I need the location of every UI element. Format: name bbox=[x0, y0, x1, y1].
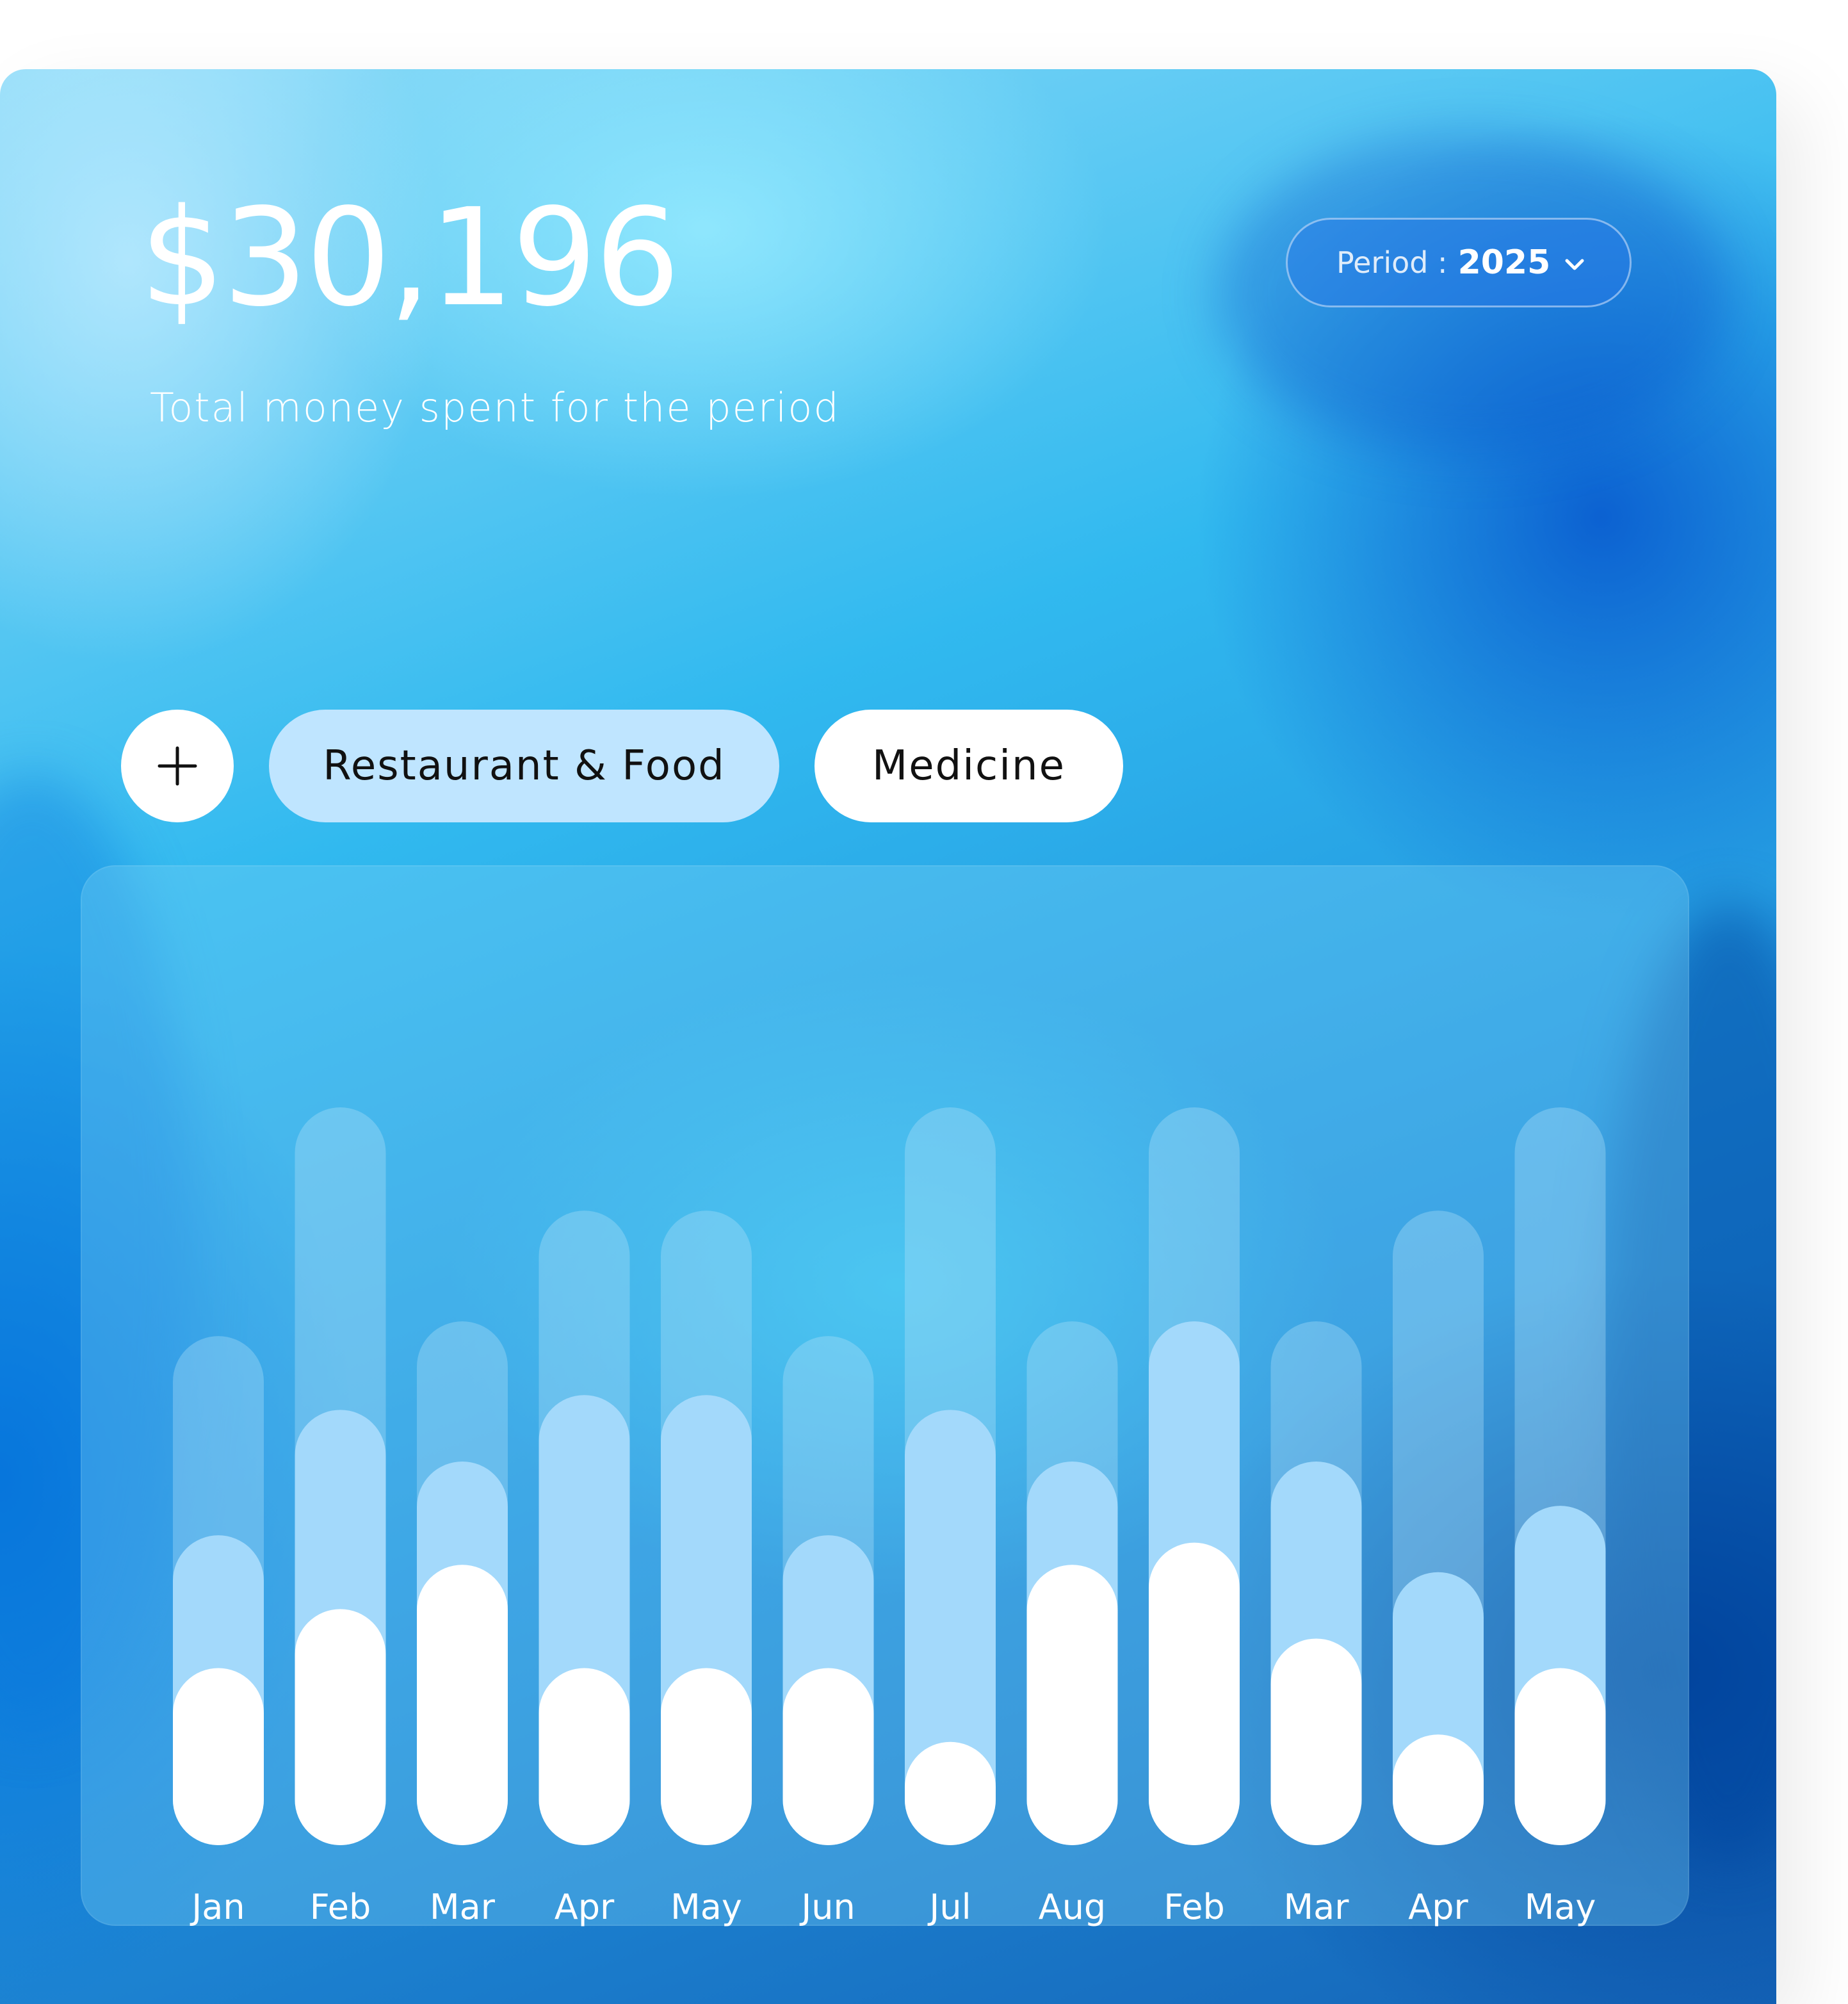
bar-front-may-4 bbox=[661, 1668, 752, 1845]
chevron-down-icon bbox=[1565, 259, 1584, 270]
month-label: Feb bbox=[310, 1887, 371, 1927]
bar-front-aug-7 bbox=[1026, 1565, 1118, 1845]
spending-card: $30,196 Total money spent for the period… bbox=[0, 69, 1776, 2004]
period-selector[interactable]: Period : 2025 bbox=[1286, 218, 1632, 307]
total-subtitle: Total money spent for the period bbox=[150, 384, 840, 431]
month-label: Mar bbox=[430, 1887, 496, 1927]
bar-front-mar-2 bbox=[417, 1565, 508, 1845]
bar-front-may-11 bbox=[1514, 1668, 1606, 1845]
category-chip-restaurant-food[interactable]: Restaurant & Food bbox=[269, 710, 779, 822]
month-label: Aug bbox=[1039, 1887, 1106, 1927]
add-category-button[interactable] bbox=[121, 710, 234, 822]
bar-front-mar-9 bbox=[1270, 1638, 1362, 1845]
month-label: Apr bbox=[1408, 1887, 1468, 1927]
monthly-spending-chart: Jan Feb Mar Apr May Jun Jul Aug Feb Mar Apr May bbox=[173, 1107, 1606, 1927]
chart-panel: Jan Feb Mar Apr May Jun Jul Aug Feb Mar Apr May bbox=[81, 865, 1689, 1927]
month-label: Feb bbox=[1163, 1887, 1225, 1927]
bar-front-jun-5 bbox=[782, 1668, 874, 1845]
bar-front-jan-0 bbox=[173, 1668, 264, 1845]
month-label: Mar bbox=[1284, 1887, 1350, 1927]
period-value: 2025 bbox=[1457, 243, 1551, 282]
month-label: Jul bbox=[927, 1887, 971, 1927]
total-amount: $30,196 bbox=[140, 179, 680, 336]
period-label: Period : bbox=[1336, 245, 1448, 280]
bar-front-jul-6 bbox=[905, 1741, 996, 1845]
plus-icon bbox=[158, 746, 197, 786]
month-label: May bbox=[670, 1887, 742, 1927]
bar-front-apr-10 bbox=[1393, 1734, 1484, 1845]
category-chip-medicine[interactable]: Medicine bbox=[815, 710, 1123, 822]
month-label: Jan bbox=[190, 1887, 245, 1927]
month-label: Jun bbox=[799, 1887, 855, 1927]
bar-front-feb-1 bbox=[295, 1609, 386, 1845]
bar-front-feb-8 bbox=[1149, 1542, 1240, 1845]
month-label: May bbox=[1525, 1887, 1596, 1927]
bar-front-apr-3 bbox=[539, 1668, 630, 1845]
month-label: Apr bbox=[555, 1887, 615, 1927]
